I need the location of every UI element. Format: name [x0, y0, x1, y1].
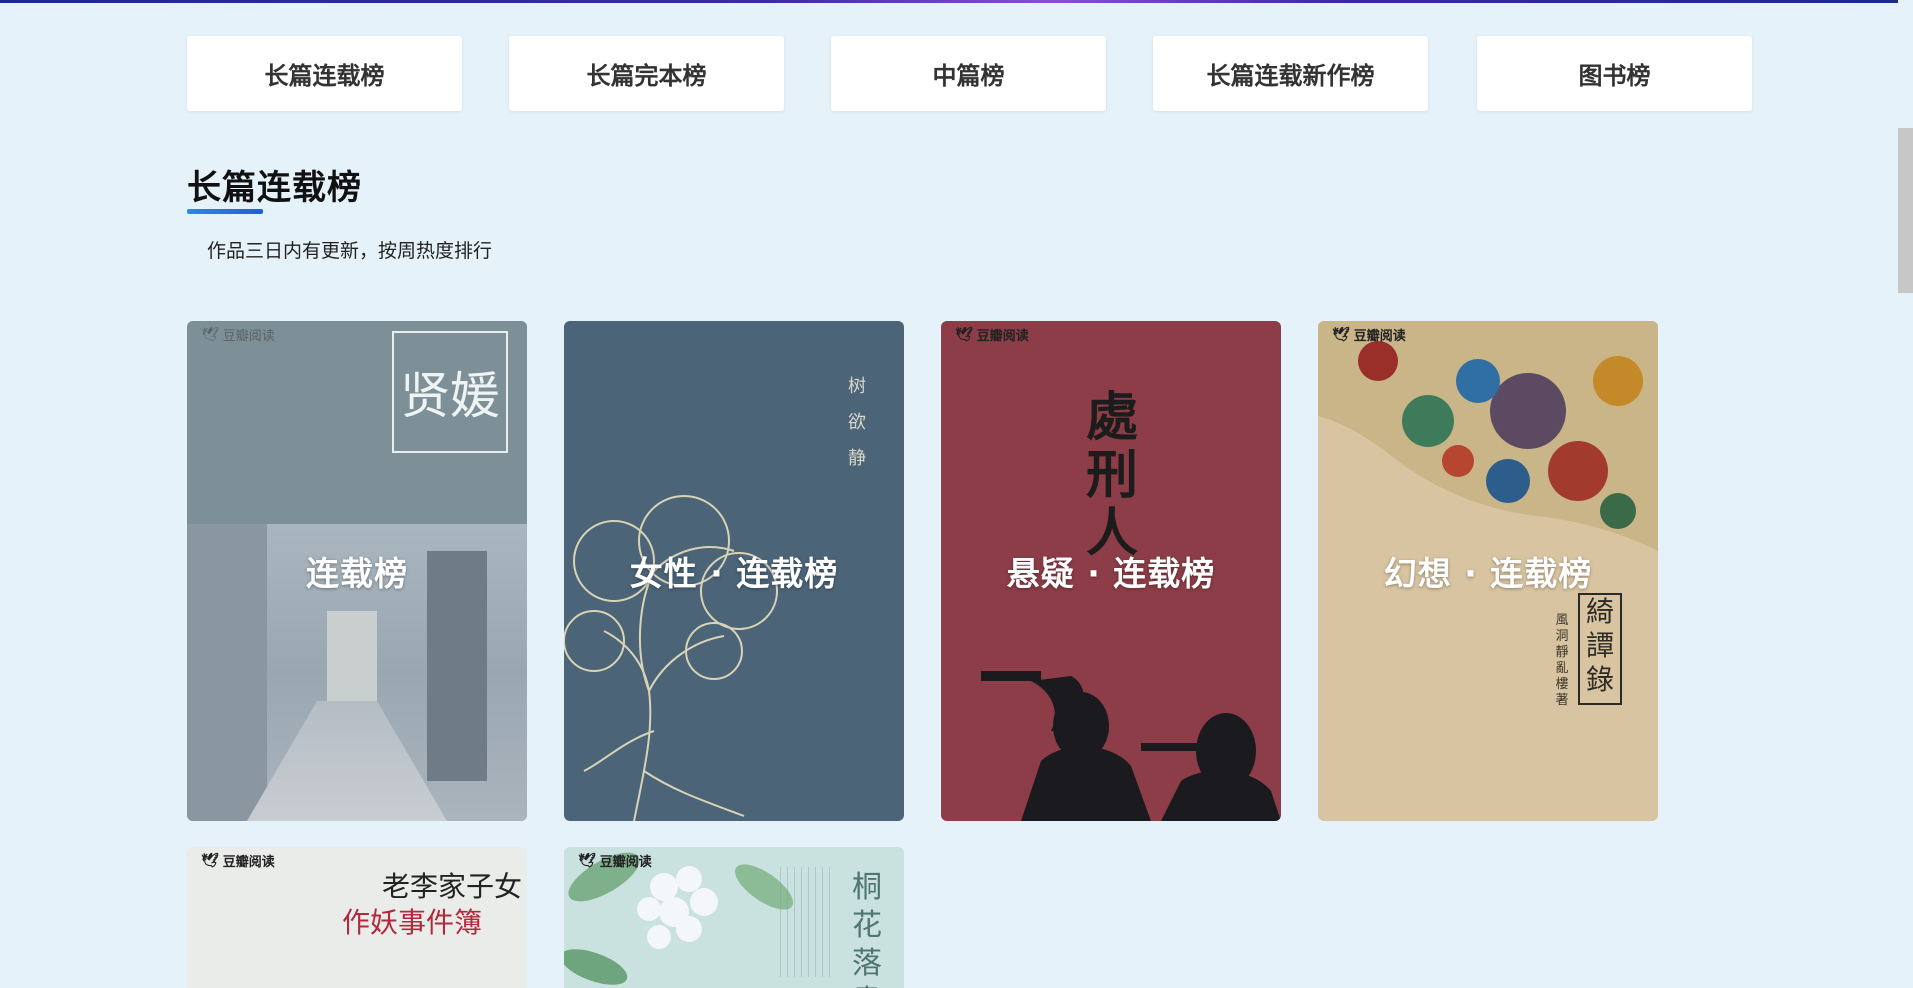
ranking-card-female[interactable]: 树欲静 女性 · 连载榜 — [564, 321, 904, 821]
card-label: 连载榜 — [306, 554, 408, 593]
brand-name: 豆瓣阅读 — [599, 855, 652, 870]
scrollbar-thumb[interactable] — [1898, 128, 1913, 293]
ranking-tabs: 长篇连载榜 长篇完本榜 中篇榜 长篇连载新作榜 图书榜 — [187, 36, 1752, 111]
cover-title-line-1: 老李家子女 — [382, 870, 523, 903]
ranking-card-mystery[interactable]: 🕊 豆瓣阅读 處刑人 悬疑 · 连载榜 — [941, 321, 1281, 821]
ranking-page: 长篇连载榜 长篇完本榜 中篇榜 长篇连载新作榜 图书榜 长篇连载榜 作品三日内有… — [187, 0, 1752, 988]
book-cover-card[interactable]: 🕊 豆瓣阅读 老李家子女 作妖事件簿 — [187, 847, 527, 988]
brand-logo: 🕊 豆瓣阅读 — [578, 851, 652, 871]
card-label: 女性 · 连载榜 — [629, 554, 839, 593]
cover-text-block — [774, 867, 834, 977]
tab-long-complete[interactable]: 长篇完本榜 — [509, 36, 784, 111]
bird-icon: 🕊 — [578, 852, 596, 869]
ranking-card-serial[interactable]: 🕊 豆瓣阅读 贤媛 连载榜 — [187, 321, 527, 821]
section-description: 作品三日内有更新，按周热度排行 — [207, 240, 493, 262]
tab-long-serial-new[interactable]: 长篇连载新作榜 — [1153, 36, 1428, 111]
ranking-card-fantasy[interactable]: 🕊 豆瓣阅读 綺譚錄 風洞靜亂樓著 幻想 · 连载榜 — [1318, 321, 1658, 821]
book-cover-card[interactable]: 🕊豆瓣阅读 桐花落盡 — [564, 847, 904, 988]
title-underline — [187, 209, 263, 214]
tab-medium[interactable]: 中篇榜 — [831, 36, 1106, 111]
cover-title: 桐花落盡 — [852, 870, 882, 988]
cover-title-line-2: 作妖事件簿 — [342, 906, 483, 939]
brand-name: 豆瓣阅读 — [222, 855, 275, 870]
card-label: 幻想 · 连载榜 — [1383, 554, 1593, 593]
tab-books[interactable]: 图书榜 — [1477, 36, 1752, 111]
tab-long-serial[interactable]: 长篇连载榜 — [187, 36, 462, 111]
section-title: 长篇连载榜 — [187, 168, 362, 208]
bird-icon: 🕊 — [201, 852, 219, 869]
brand-logo: 🕊 豆瓣阅读 — [201, 851, 275, 871]
card-label: 悬疑 · 连载榜 — [1006, 554, 1216, 593]
